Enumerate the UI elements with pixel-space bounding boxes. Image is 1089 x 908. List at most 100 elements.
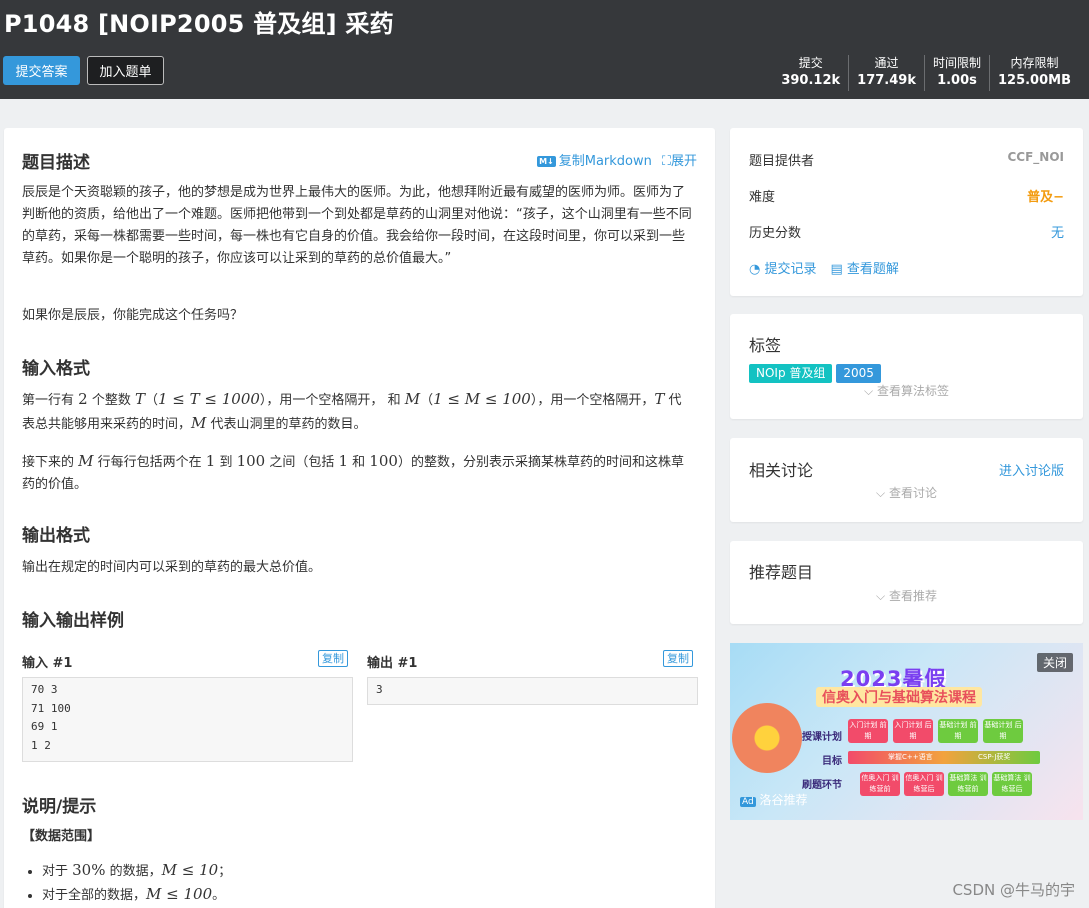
add-to-list-button[interactable]: 加入题单 [87, 56, 164, 85]
discussion-card: 相关讨论 进入讨论版 ⌵ 查看讨论 [730, 438, 1083, 522]
ad-badge-label: 洛谷推荐 [759, 793, 808, 807]
text: 和 [383, 393, 405, 408]
text: ），用一个空格隔开， [530, 393, 655, 408]
enter-discussion-link[interactable]: 进入讨论版 [999, 460, 1064, 479]
output-format-title: 输出格式 [22, 526, 90, 546]
math: M ≤ 10 [161, 861, 219, 879]
description-text: 辰辰是个天资聪颖的孩子，他的梦想是成为世界上最伟大的医师。为此，他想拜附近最有威… [22, 185, 692, 266]
ad-decoration [732, 703, 802, 773]
tag-2005[interactable]: 2005 [836, 364, 881, 383]
text: 。 [212, 888, 226, 903]
text: 的数据， [105, 864, 162, 879]
text: 第一行有 [22, 393, 79, 408]
problem-info-card: 题目提供者 CCF_NOI 难度 普及− 历史分数 无 ◔ 提交记录 ▤ 查看题… [730, 128, 1083, 296]
provider-value[interactable]: CCF_NOI [1007, 150, 1064, 169]
submit-answer-button[interactable]: 提交答案 [3, 56, 80, 85]
ad-plan-box: 入门计划 后期 [893, 719, 933, 743]
difficulty-value: 普及− [1027, 190, 1064, 205]
show-algorithm-tags-link[interactable]: ⌵ 查看算法标签 [730, 382, 1083, 399]
ad-plan-box: 基础计划 后期 [983, 719, 1023, 743]
book-icon: ▤ [830, 262, 847, 277]
show-discussion-link[interactable]: ⌵ 查看讨论 [730, 484, 1083, 501]
input-format-title: 输入格式 [22, 359, 90, 379]
show-recommend-link[interactable]: ⌵ 查看推荐 [730, 587, 1083, 604]
stat-memory-limit: 内存限制 125.00MB [988, 55, 1079, 91]
expand-icon: ⛶ [661, 154, 671, 169]
math: 100 [369, 452, 398, 470]
difficulty-label: 难度 [749, 190, 776, 205]
tag-noip[interactable]: NOIp 普及组 [749, 364, 833, 383]
chevron-down-icon: ⌵ [876, 486, 889, 500]
range-title: 【数据范围】 [22, 829, 101, 844]
problem-stats: 提交 390.12k 通过 177.49k 时间限制 1.00s 内存限制 12… [773, 55, 1079, 91]
text: ； [218, 864, 232, 879]
text: （ [144, 393, 158, 408]
output-format-text: 输出在规定的时间内可以采到的草药的最大总价值。 [22, 560, 322, 575]
math: 1 [338, 452, 349, 470]
math: T [134, 390, 145, 408]
stat-value: 390.12k [781, 73, 841, 88]
math: 2 [78, 390, 88, 408]
text: 接下来的 [22, 455, 79, 470]
history-label: 历史分数 [749, 226, 802, 241]
watermark: CSDN @牛马的宇 [952, 881, 1075, 899]
stat-label: 通过 [874, 56, 899, 70]
submission-records-link[interactable]: ◔ 提交记录 [749, 258, 817, 277]
input-format-line2: 接下来的 M 行每行包括两个在 1 到 100 之间（包括 1 和 100）的整… [22, 450, 694, 496]
text: 之间（包括 [265, 455, 339, 470]
difficulty-row: 难度 普及− [749, 186, 1064, 205]
math: T [654, 390, 665, 408]
submission-records-label: 提交记录 [764, 262, 817, 277]
text: 行每行包括两个在 [93, 455, 206, 470]
hint-title: 说明/提示 [22, 797, 97, 817]
copy-markdown-link[interactable]: M↓ 复制Markdown [537, 150, 652, 169]
stat-value: 1.00s [937, 73, 977, 88]
range-item: 对于 30% 的数据，M ≤ 10； [42, 859, 231, 883]
copy-output-button[interactable]: 复制 [663, 650, 693, 667]
math: 1 ≤ M ≤ 100 [433, 390, 531, 408]
history-value: 无 [1050, 226, 1064, 241]
expand-label: 展开 [670, 154, 697, 169]
input-format-line1: 第一行有 2 个整数 T（1 ≤ T ≤ 1000），用一个空格隔开， 和 M（… [22, 388, 694, 436]
text: （ [420, 393, 434, 408]
stat-time-limit: 时间限制 1.00s [923, 55, 989, 91]
sample-input-label: 输入 #1 [22, 656, 73, 671]
text: 个整数 [87, 393, 135, 408]
description-title: 题目描述 [22, 153, 90, 173]
content-tools: M↓ 复制Markdown ⛶展开 [537, 150, 697, 169]
sample-output-box[interactable]: 3 [367, 677, 698, 705]
math: M [191, 414, 207, 432]
text: ），用一个空格隔开， [259, 393, 384, 408]
sample-output-label: 输出 #1 [367, 656, 418, 671]
provider-row: 题目提供者 CCF_NOI [749, 150, 1064, 169]
ad-camp-box: 信奥入门 训练营前 [860, 772, 900, 796]
view-solutions-link[interactable]: ▤ 查看题解 [831, 258, 899, 277]
ad-close-button[interactable]: 关闭 [1036, 653, 1073, 672]
markdown-icon: M↓ [537, 156, 556, 167]
math: M ≤ 100 [146, 885, 213, 903]
ad-banner[interactable]: 2023暑假 信奥入门与基础算法课程 关闭 授课计划 入门计划 前期 入门计划 … [730, 643, 1083, 820]
stat-label: 时间限制 [932, 56, 981, 70]
stat-value: 177.49k [857, 73, 916, 88]
chevron-down-icon: ⌵ [864, 384, 877, 398]
math: 100 [236, 452, 266, 470]
ad-camp-box: 基础算法 训练营后 [992, 772, 1032, 796]
sample-input-box[interactable]: 70 3 71 100 69 1 1 2 [22, 677, 353, 762]
stat-label: 提交 [798, 56, 823, 70]
show-algorithm-tags-label: 查看算法标签 [876, 384, 949, 398]
ad-plan-box: 基础计划 前期 [938, 719, 978, 743]
range-item: 对于全部的数据，M ≤ 100。 [42, 883, 231, 907]
ad-row-label: 授课计划 [802, 732, 842, 743]
copy-input-button[interactable]: 复制 [318, 650, 348, 667]
ad-subtitle: 信奥入门与基础算法课程 [816, 687, 982, 707]
ad-row-label: 目标 [822, 756, 842, 767]
text: 对于全部的数据， [42, 888, 147, 903]
discussion-title: 相关讨论 [749, 461, 814, 480]
show-recommend-label: 查看推荐 [888, 589, 937, 603]
text: 代表山洞里的草药的数目。 [206, 417, 367, 432]
pie-chart-icon: ◔ [749, 262, 765, 277]
expand-link[interactable]: ⛶展开 [662, 150, 697, 169]
math: 30% [72, 861, 106, 879]
math: M [78, 452, 94, 470]
view-solutions-label: 查看题解 [846, 262, 899, 277]
